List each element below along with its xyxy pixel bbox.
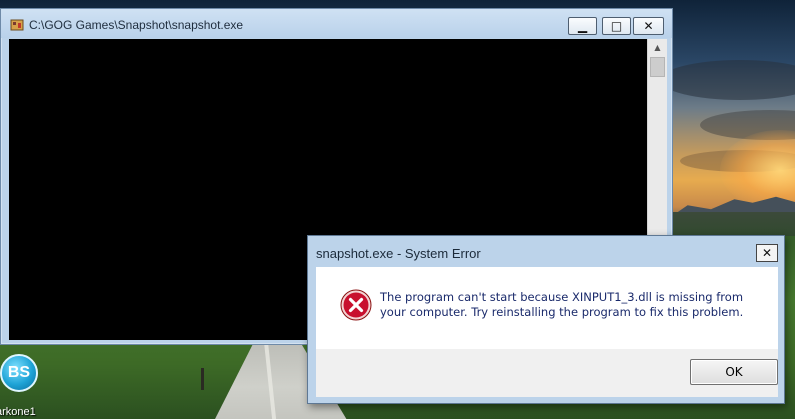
close-button[interactable]: ✕ (633, 17, 664, 35)
error-icon (340, 289, 372, 321)
desktop-shortcut-icon: BS (0, 354, 38, 392)
scroll-up-arrow-icon[interactable]: ▲ (648, 39, 667, 56)
console-titlebar[interactable]: C:\GOG Games\Snapshot\snapshot.exe ▁ □ ✕ (1, 9, 672, 38)
ok-button[interactable]: OK (690, 359, 778, 385)
console-app-icon (10, 19, 24, 31)
minimize-icon: ▁ (577, 19, 588, 33)
scrollbar-thumb[interactable] (650, 57, 665, 77)
dialog-title: snapshot.exe - System Error (316, 246, 481, 261)
error-message: The program can't start because XINPUT1_… (380, 290, 744, 319)
maximize-icon: □ (610, 19, 623, 33)
maximize-button[interactable]: □ (602, 17, 631, 35)
wallpaper-road-post (201, 368, 204, 390)
minimize-button[interactable]: ▁ (568, 17, 597, 35)
dialog-content: The program can't start because XINPUT1_… (316, 267, 778, 349)
close-icon: ✕ (643, 19, 654, 33)
desktop-shortcut-label: arkone1 (0, 406, 36, 418)
desktop-shortcut[interactable]: BS arkone1 (0, 354, 56, 419)
console-window-title: C:\GOG Games\Snapshot\snapshot.exe (29, 18, 244, 32)
dialog-titlebar[interactable]: snapshot.exe - System Error ✕ (308, 236, 784, 265)
dialog-footer: OK (316, 349, 778, 397)
close-icon: ✕ (761, 246, 773, 260)
dialog-close-button[interactable]: ✕ (756, 244, 778, 262)
system-error-dialog[interactable]: snapshot.exe - System Error ✕ The progra… (307, 235, 785, 404)
